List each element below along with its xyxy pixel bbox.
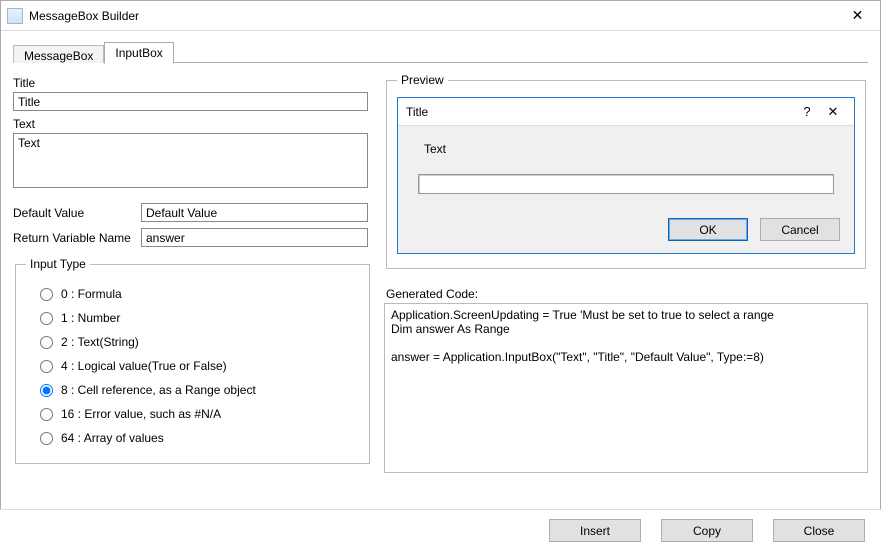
preview-ok-button[interactable]: OK	[668, 218, 748, 241]
input-type-legend: Input Type	[26, 257, 90, 271]
preview-cancel-button[interactable]: Cancel	[760, 218, 840, 241]
radio-input-1[interactable]	[40, 312, 53, 325]
radio-label-4: 4 : Logical value(True or False)	[61, 359, 227, 373]
radio-label-16: 16 : Error value, such as #N/A	[61, 407, 221, 421]
close-icon[interactable]: ✕	[835, 1, 880, 31]
default-value-input[interactable]	[141, 203, 368, 222]
app-icon	[7, 8, 23, 24]
radio-input-0[interactable]	[40, 288, 53, 301]
radio-input-4[interactable]	[40, 360, 53, 373]
preview-legend: Preview	[397, 73, 448, 87]
radio-type-4[interactable]: 4 : Logical value(True or False)	[40, 359, 359, 373]
radio-label-64: 64 : Array of values	[61, 431, 164, 445]
preview-group: Preview Title ? ✕ Text OK Cancel	[386, 73, 866, 269]
radio-label-8: 8 : Cell reference, as a Range object	[61, 383, 256, 397]
preview-dialog: Title ? ✕ Text OK Cancel	[397, 97, 855, 254]
preview-title: Title	[406, 105, 794, 119]
preview-titlebar: Title ? ✕	[398, 98, 854, 126]
label-title: Title	[13, 76, 368, 90]
radio-type-1[interactable]: 1 : Number	[40, 311, 359, 325]
copy-button[interactable]: Copy	[661, 519, 753, 542]
radio-input-64[interactable]	[40, 432, 53, 445]
bottom-bar: Insert Copy Close	[0, 509, 881, 551]
text-input[interactable]: Text	[13, 133, 368, 188]
preview-input[interactable]	[418, 174, 834, 194]
radio-label-2: 2 : Text(String)	[61, 335, 139, 349]
label-default-value: Default Value	[13, 206, 133, 220]
close-button[interactable]: Close	[773, 519, 865, 542]
help-icon[interactable]: ?	[794, 104, 820, 119]
tab-messagebox[interactable]: MessageBox	[13, 45, 104, 63]
tab-strip: MessageBox InputBox	[13, 41, 868, 63]
window-title: MessageBox Builder	[29, 9, 835, 23]
radio-input-16[interactable]	[40, 408, 53, 421]
input-type-group: Input Type 0 : Formula 1 : Number 2 : Te…	[15, 257, 370, 464]
insert-button[interactable]: Insert	[549, 519, 641, 542]
radio-input-2[interactable]	[40, 336, 53, 349]
radio-type-64[interactable]: 64 : Array of values	[40, 431, 359, 445]
preview-text: Text	[424, 142, 834, 156]
generated-code-box[interactable]: Application.ScreenUpdating = True 'Must …	[384, 303, 868, 473]
label-return-var: Return Variable Name	[13, 231, 133, 245]
radio-input-8[interactable]	[40, 384, 53, 397]
preview-close-icon[interactable]: ✕	[820, 104, 846, 120]
radio-type-0[interactable]: 0 : Formula	[40, 287, 359, 301]
label-text: Text	[13, 117, 368, 131]
generated-code-label: Generated Code:	[386, 287, 868, 301]
radio-type-16[interactable]: 16 : Error value, such as #N/A	[40, 407, 359, 421]
title-input[interactable]	[13, 92, 368, 111]
return-var-input[interactable]	[141, 228, 368, 247]
radio-type-2[interactable]: 2 : Text(String)	[40, 335, 359, 349]
tab-inputbox[interactable]: InputBox	[104, 42, 173, 64]
radio-label-1: 1 : Number	[61, 311, 120, 325]
radio-label-0: 0 : Formula	[61, 287, 122, 301]
titlebar: MessageBox Builder ✕	[1, 1, 880, 31]
radio-type-8[interactable]: 8 : Cell reference, as a Range object	[40, 383, 359, 397]
